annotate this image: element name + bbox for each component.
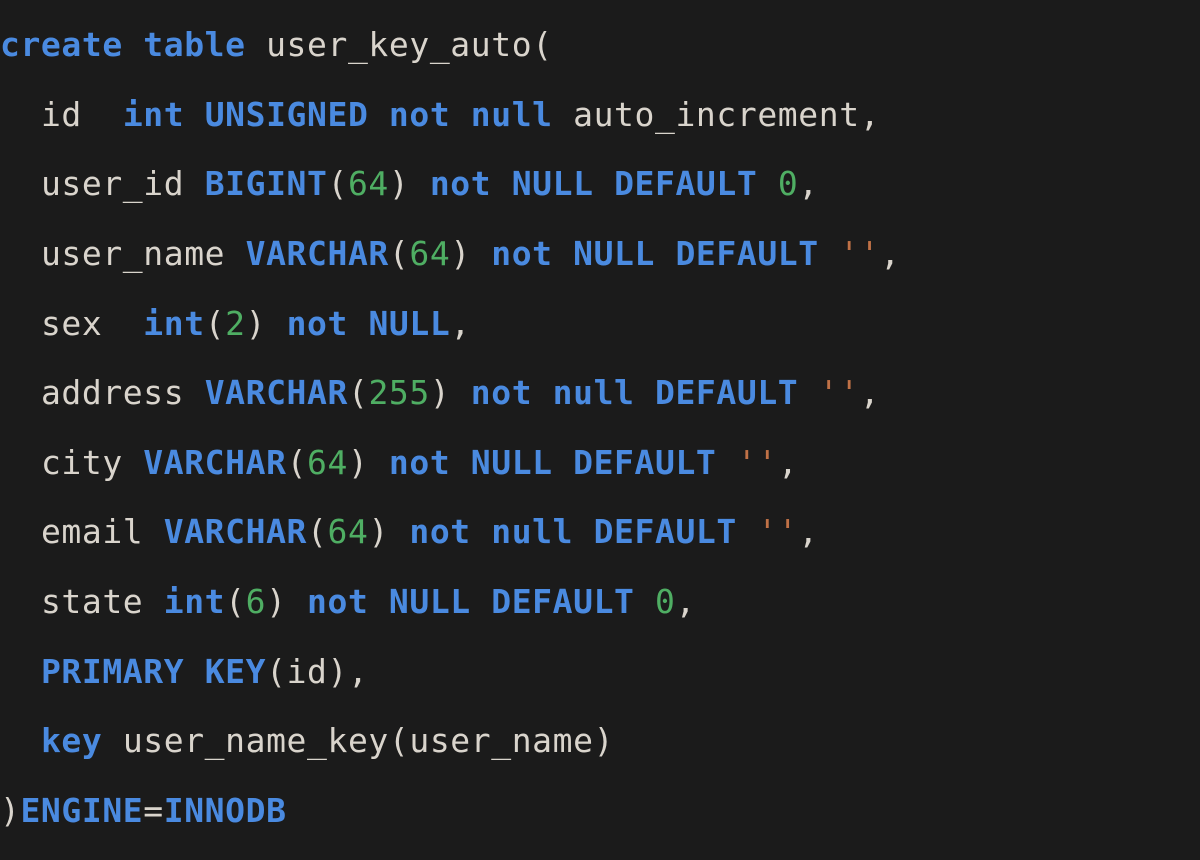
- token-kw: null: [471, 95, 553, 134]
- token-pn: ,: [860, 95, 880, 134]
- token-kw: not: [430, 164, 491, 203]
- token-id: user_name_key: [123, 721, 389, 760]
- token-pn: ): [450, 234, 470, 273]
- token-pn: (: [389, 721, 409, 760]
- token-kw: DEFAULT: [491, 582, 634, 621]
- token-pn: ,: [348, 652, 368, 691]
- token-num: 64: [307, 443, 348, 482]
- token-kw: BIGINT: [205, 164, 328, 203]
- token-kw: DEFAULT: [675, 234, 818, 273]
- token-pn: (: [307, 512, 327, 551]
- token-id: user_name: [41, 234, 225, 273]
- token-pn: ,: [860, 373, 880, 412]
- token-pn: (: [287, 443, 307, 482]
- token-num: 64: [328, 512, 369, 551]
- token-id: user_id: [41, 164, 184, 203]
- token-kw: key: [41, 721, 102, 760]
- token-id: user_key_auto: [266, 25, 532, 64]
- token-pn: ,: [880, 234, 900, 273]
- token-kw: int: [143, 304, 204, 343]
- token-id: city: [41, 443, 123, 482]
- token-pn: (: [328, 164, 348, 203]
- token-pn: ): [368, 512, 388, 551]
- token-pn: ,: [798, 164, 818, 203]
- token-kw: not: [471, 373, 532, 412]
- token-pn: ,: [778, 443, 798, 482]
- token-pn: =: [143, 791, 163, 830]
- token-kw: DEFAULT: [614, 164, 757, 203]
- token-kw: not: [389, 443, 450, 482]
- token-kw: DEFAULT: [655, 373, 798, 412]
- token-str: '': [757, 512, 798, 551]
- token-kw: VARCHAR: [205, 373, 348, 412]
- token-kw: ENGINE: [20, 791, 143, 830]
- token-pn: (: [225, 582, 245, 621]
- token-kw: NULL: [368, 304, 450, 343]
- token-num: 255: [368, 373, 429, 412]
- token-pn: ): [430, 373, 450, 412]
- token-num: 6: [246, 582, 266, 621]
- token-pn: (: [348, 373, 368, 412]
- token-id: id: [287, 652, 328, 691]
- token-pn: ,: [798, 512, 818, 551]
- sql-code-block: create table user_key_auto( id int UNSIG…: [0, 0, 1200, 846]
- token-num: 64: [348, 164, 389, 203]
- token-kw: NULL: [573, 234, 655, 273]
- token-kw: not: [287, 304, 348, 343]
- token-pn: ): [328, 652, 348, 691]
- token-kw: UNSIGNED: [205, 95, 369, 134]
- token-kw: null: [553, 373, 635, 412]
- token-pn: ): [348, 443, 368, 482]
- token-id: email: [41, 512, 143, 551]
- token-kw: null: [491, 512, 573, 551]
- token-kw: NULL: [389, 582, 471, 621]
- token-pn: (: [205, 304, 225, 343]
- token-num: 0: [655, 582, 675, 621]
- token-kw: not: [307, 582, 368, 621]
- token-num: 64: [409, 234, 450, 273]
- token-kw: DEFAULT: [594, 512, 737, 551]
- token-pn: (: [532, 25, 552, 64]
- token-kw: not: [491, 234, 552, 273]
- token-kw: NULL: [512, 164, 594, 203]
- token-pn: ,: [450, 304, 470, 343]
- token-kw: int: [164, 582, 225, 621]
- token-kw: INNODB: [164, 791, 287, 830]
- token-pn: ): [266, 582, 286, 621]
- token-pn: ,: [675, 582, 695, 621]
- token-pn: ): [594, 721, 614, 760]
- token-kw: NULL: [471, 443, 553, 482]
- token-pn: ): [389, 164, 409, 203]
- token-kw: PRIMARY: [41, 652, 184, 691]
- token-kw: int: [123, 95, 184, 134]
- token-id: auto_increment: [573, 95, 860, 134]
- token-str: '': [839, 234, 880, 273]
- token-num: 2: [225, 304, 245, 343]
- token-pn: ): [246, 304, 266, 343]
- token-id: user_name: [409, 721, 593, 760]
- token-id: address: [41, 373, 184, 412]
- token-kw: KEY: [205, 652, 266, 691]
- token-kw: DEFAULT: [573, 443, 716, 482]
- token-kw: VARCHAR: [143, 443, 286, 482]
- token-id: state: [41, 582, 143, 621]
- token-kw: not: [389, 95, 450, 134]
- token-kw: not: [409, 512, 470, 551]
- token-pn: (: [389, 234, 409, 273]
- token-kw: create: [0, 25, 123, 64]
- token-pn: (: [266, 652, 286, 691]
- token-id: sex: [41, 304, 102, 343]
- token-pn: ): [0, 791, 20, 830]
- token-str: '': [737, 443, 778, 482]
- token-str: '': [819, 373, 860, 412]
- token-kw: VARCHAR: [246, 234, 389, 273]
- token-kw: table: [143, 25, 245, 64]
- token-kw: VARCHAR: [164, 512, 307, 551]
- token-id: id: [41, 95, 82, 134]
- token-num: 0: [778, 164, 798, 203]
